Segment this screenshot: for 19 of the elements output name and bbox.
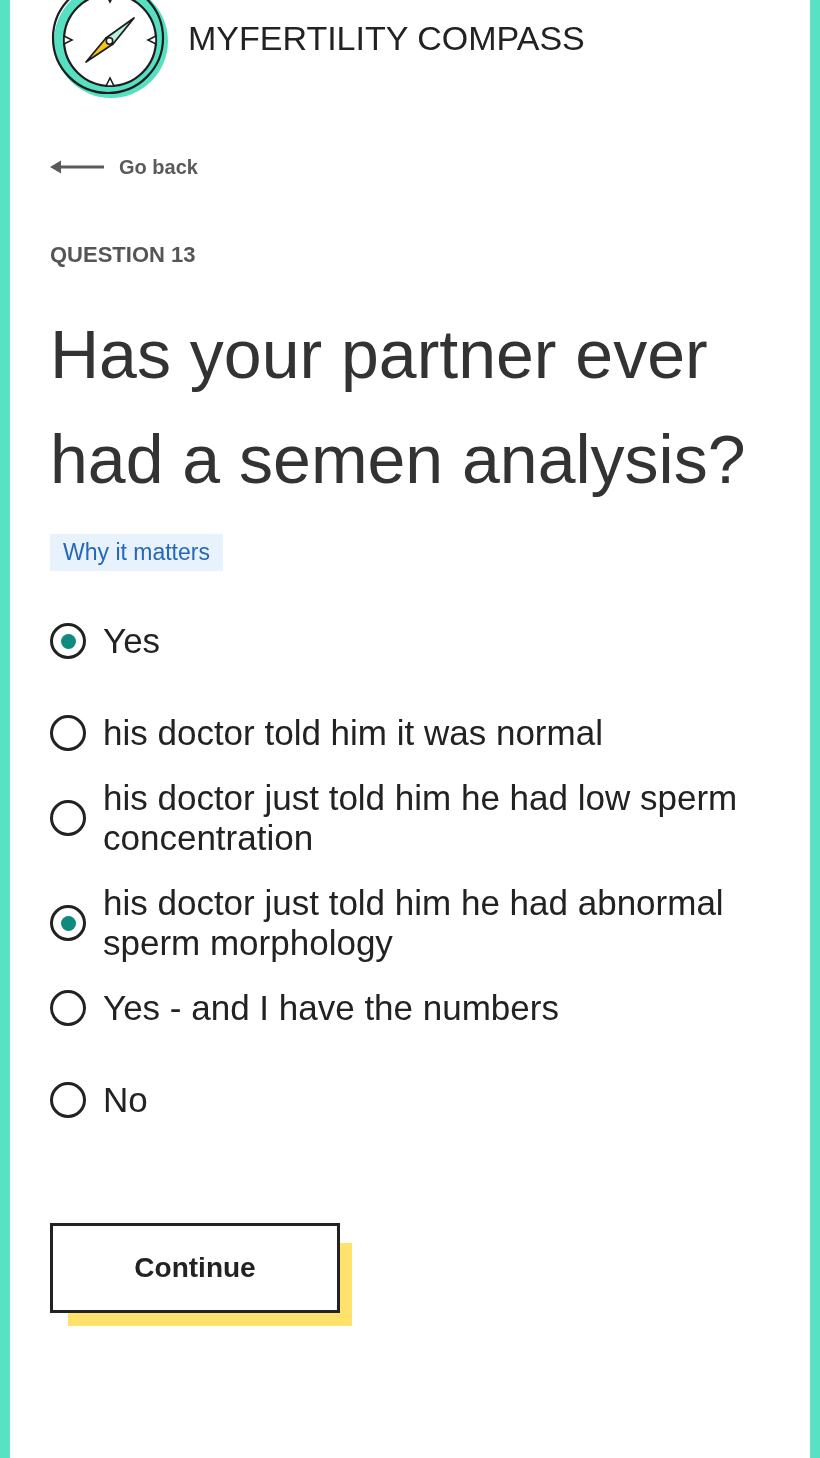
compass-icon <box>50 0 170 98</box>
back-link[interactable]: Go back <box>50 155 198 179</box>
radio-button[interactable] <box>50 715 86 751</box>
arrow-left-icon <box>50 160 104 174</box>
radio-button[interactable] <box>50 990 86 1026</box>
option-label[interactable]: Yes - and I have the numbers <box>103 988 559 1028</box>
option-label[interactable]: Yes <box>103 621 161 661</box>
question-number: QUESTION 13 <box>50 242 196 268</box>
radio-button[interactable] <box>50 800 86 836</box>
radio-button[interactable] <box>50 623 86 659</box>
option-label[interactable]: his doctor told him it was normal <box>103 713 603 753</box>
option-label[interactable]: No <box>103 1080 148 1120</box>
help-link[interactable]: Why it matters <box>50 534 223 571</box>
brand-title: MYFERTILITY COMPASS <box>188 18 585 58</box>
radio-button[interactable] <box>50 1082 86 1118</box>
question-heading: Has your partner ever had a semen analysis? <box>50 315 747 499</box>
option-label[interactable]: his doctor just told him he had abnormal sperm morphology <box>103 883 790 963</box>
option-label[interactable]: his doctor just told him he had low sperm concentration <box>103 778 790 858</box>
radio-button[interactable] <box>50 905 86 941</box>
